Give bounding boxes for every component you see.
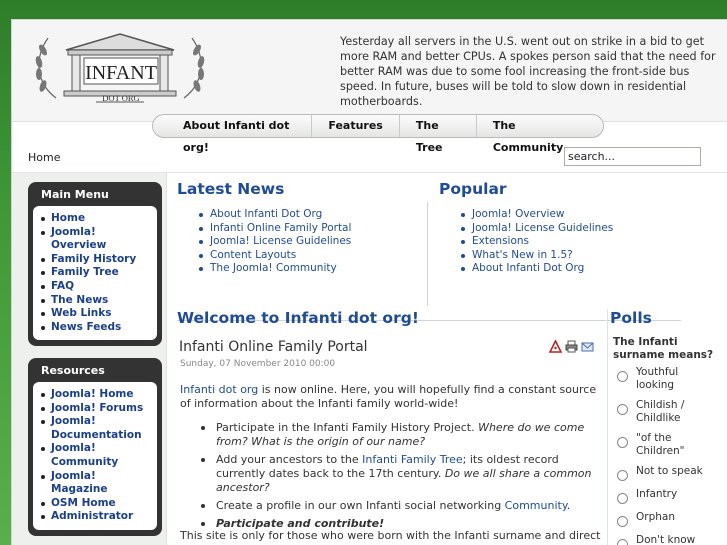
article-date: Sunday, 07 November 2010 00:00	[180, 359, 336, 369]
poll-option-label: Childish / Childlike	[636, 399, 685, 424]
poll-option-label: Don't know	[636, 534, 696, 545]
resource-joomla-home[interactable]: Joomla! Home	[41, 388, 153, 402]
poll-option-label: Infantry	[636, 488, 678, 500]
poll-radio[interactable]	[617, 493, 628, 504]
article-outro: This site is only for those who were bor…	[180, 529, 601, 545]
header: INFANT DOT ORG Yesterday all servers in …	[12, 20, 727, 122]
poll-options: Youthful looking Childish / Childlike "o…	[617, 366, 727, 545]
popular-item[interactable]: Joomla! Overview	[458, 208, 613, 222]
menu-item-faq[interactable]: FAQ	[41, 280, 153, 294]
poll-option: Not to speak	[617, 465, 727, 481]
resource-osm-home[interactable]: OSM Home	[41, 497, 153, 511]
poll-option: Childish / Childlike	[617, 399, 727, 425]
main-menu-title: Main Menu	[41, 188, 109, 201]
nav-features[interactable]: Features	[312, 115, 400, 137]
logo-text: INFANT	[85, 62, 157, 84]
page: INFANT DOT ORG Yesterday all servers in …	[11, 19, 727, 545]
breadcrumb[interactable]: Home	[28, 151, 60, 164]
header-message: Yesterday all servers in the U.S. went o…	[340, 35, 716, 108]
nav-the-community[interactable]: The Community	[477, 115, 589, 154]
poll-option: Infantry	[617, 488, 727, 504]
bullet-text: .	[566, 499, 571, 512]
email-icon[interactable]	[581, 340, 594, 353]
latest-news-title: Latest News	[177, 180, 285, 198]
main-menu-module: Main Menu Home Joomla! Overview Family H…	[28, 182, 162, 347]
poll-radio[interactable]	[617, 516, 628, 527]
bullet-item: Add your ancestors to the Infanti Family…	[198, 453, 608, 495]
menu-item-home[interactable]: Home	[41, 212, 153, 226]
resource-joomla-magazine[interactable]: Joomla! Magazine	[41, 470, 153, 497]
menu-item-the-news[interactable]: The News	[41, 294, 153, 308]
latest-news-item[interactable]: Content Layouts	[196, 249, 351, 263]
menu-item-joomla-overview[interactable]: Joomla! Overview	[41, 226, 153, 253]
popular-title: Popular	[439, 180, 507, 198]
latest-news-item[interactable]: About Infanti Dot Org	[196, 208, 351, 222]
popular-item[interactable]: Joomla! License Guidelines	[458, 222, 613, 236]
poll-option: "of the Children"	[617, 432, 727, 458]
community-link[interactable]: Community	[505, 499, 567, 512]
poll-radio[interactable]	[617, 470, 628, 481]
article-intro: Infanti dot org is now online. Here, you…	[180, 383, 600, 411]
search-input[interactable]	[564, 147, 701, 166]
bullet-text: Add your ancestors to the	[216, 453, 363, 466]
resource-administrator[interactable]: Administrator	[41, 510, 153, 524]
latest-news-item[interactable]: The Joomla! Community	[196, 262, 351, 276]
popular-list: Joomla! Overview Joomla! License Guideli…	[458, 208, 613, 276]
latest-news-list: About Infanti Dot Org Infanti Online Fam…	[196, 208, 351, 276]
resources-module: Resources Joomla! Home Joomla! Forums Jo…	[28, 358, 162, 536]
poll-option: Orphan	[617, 511, 727, 527]
poll-radio[interactable]	[617, 437, 628, 448]
welcome-heading: Welcome to Infanti dot org!	[177, 309, 419, 327]
poll-option-label: Not to speak	[636, 465, 703, 477]
resources-title: Resources	[41, 364, 105, 377]
poll-radio[interactable]	[617, 404, 628, 415]
menu-item-family-tree[interactable]: Family Tree	[41, 266, 153, 280]
logo-subtext: DOT ORG	[102, 93, 140, 103]
latest-news-item[interactable]: Infanti Online Family Portal	[196, 222, 351, 236]
menu-item-news-feeds[interactable]: News Feeds	[41, 321, 153, 335]
article-title: Infanti Online Family Portal	[179, 339, 368, 355]
poll-option: Youthful looking	[617, 366, 727, 392]
resource-joomla-forums[interactable]: Joomla! Forums	[41, 402, 153, 416]
poll-radio[interactable]	[617, 371, 628, 382]
column-divider	[427, 202, 428, 306]
resource-joomla-community[interactable]: Joomla! Community	[41, 442, 153, 469]
poll-radio[interactable]	[617, 539, 628, 545]
intro-link[interactable]: Infanti dot org	[180, 383, 258, 396]
pdf-icon[interactable]	[549, 340, 562, 353]
poll-option-label: "of the Children"	[636, 432, 685, 457]
popular-item[interactable]: What's New in 1.5?	[458, 249, 613, 263]
print-icon[interactable]	[565, 340, 578, 353]
menu-item-family-history[interactable]: Family History	[41, 253, 153, 267]
resources-list: Joomla! Home Joomla! Forums Joomla! Docu…	[33, 382, 157, 530]
resource-joomla-documentation[interactable]: Joomla! Documentation	[41, 415, 153, 442]
bullet-text: Create a profile in our own Infanti soci…	[216, 499, 505, 512]
poll-option-label: Youthful looking	[636, 366, 679, 391]
polls-title: Polls	[610, 309, 652, 327]
article-tools	[549, 340, 594, 353]
popular-item[interactable]: Extensions	[458, 235, 613, 249]
nav-about[interactable]: About Infanti dot org!	[167, 115, 313, 154]
bullet-text: Participate in the Infanti Family Histor…	[216, 421, 479, 434]
main-menu-list: Home Joomla! Overview Family History Fam…	[33, 206, 157, 341]
nav-the-tree[interactable]: The Tree	[400, 115, 477, 154]
poll-question: The Infanti surname means?	[613, 336, 714, 361]
latest-news-item[interactable]: Joomla! License Guidelines	[196, 235, 351, 249]
menu-item-web-links[interactable]: Web Links	[41, 307, 153, 321]
top-navigation: About Infanti dot org! Features The Tree…	[152, 114, 604, 154]
article-bullets: Participate in the Infanti Family Histor…	[198, 421, 608, 535]
poll-option-label: Orphan	[636, 511, 675, 523]
bullet-item: Participate in the Infanti Family Histor…	[198, 421, 608, 449]
poll-option: Don't know	[617, 534, 727, 545]
family-tree-link[interactable]: Infanti Family Tree	[362, 453, 462, 466]
popular-item[interactable]: About Infanti Dot Org	[458, 262, 613, 276]
bullet-item: Create a profile in our own Infanti soci…	[198, 499, 608, 513]
